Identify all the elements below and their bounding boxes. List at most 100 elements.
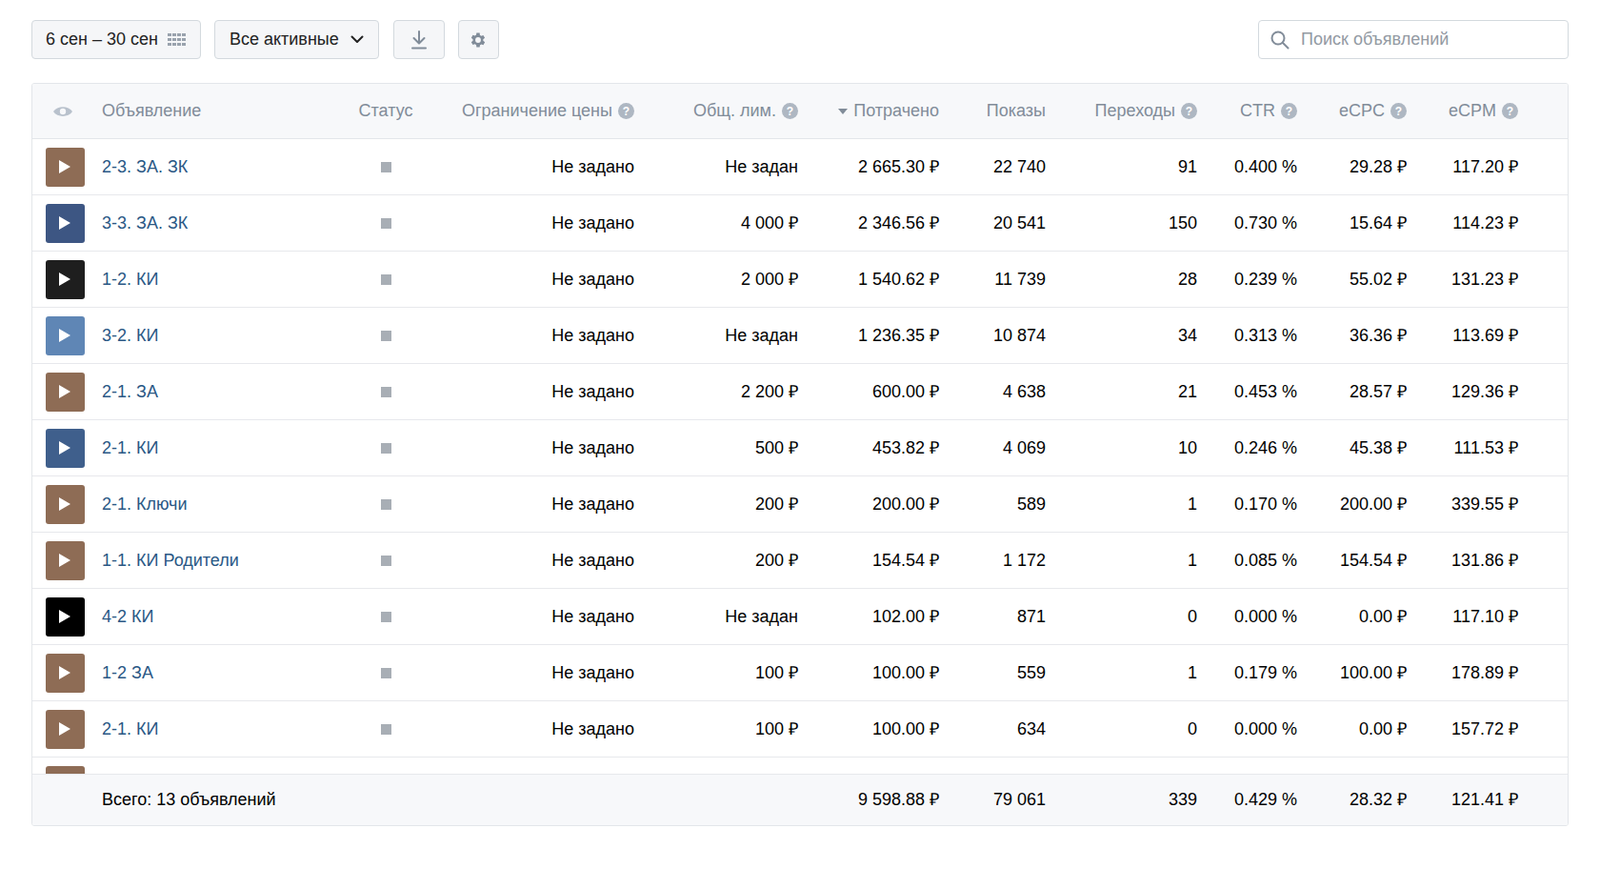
ad-name-link[interactable]: 1-2. КИ <box>101 266 159 293</box>
video-thumbnail[interactable] <box>45 372 85 412</box>
table-row[interactable]: 1-2 ЗАНе задано100 ₽100.00 ₽55910.179 %1… <box>32 644 1568 701</box>
ad-name-link[interactable]: 2-1. Ключи <box>101 491 188 518</box>
video-thumbnail[interactable] <box>45 653 85 693</box>
ad-name-link[interactable]: 2-1. КИ <box>101 716 159 742</box>
table-row[interactable]: 1-2. КИНе задано2 000 ₽1 540.62 ₽11 7392… <box>32 251 1568 308</box>
ecpc-value: 200.00 ₽ <box>1340 491 1407 518</box>
table-row[interactable]: 2-1. КлючиНе задано200 ₽200.00 ₽58910.17… <box>32 476 1568 533</box>
ad-name-link[interactable]: 2-3. ЗА. ЗК <box>101 154 188 180</box>
value-cell: 0 <box>1045 588 1198 644</box>
header-cell[interactable]: Потрачено <box>798 83 940 139</box>
video-thumbnail[interactable] <box>45 203 85 243</box>
ad-name-link[interactable]: 1-1. КИ Родители <box>101 547 240 574</box>
value-cell: 117.20 ₽ <box>1406 139 1519 195</box>
table-row[interactable] <box>32 757 1568 774</box>
status-cell <box>337 363 425 420</box>
value-cell: Не задано <box>424 195 635 251</box>
table-row[interactable]: 3-3. ЗА. ЗКНе задано4 000 ₽2 346.56 ₽20 … <box>32 195 1568 252</box>
table-row[interactable]: 2-1. КИНе задано500 ₽453.82 ₽4 069100.24… <box>32 420 1568 477</box>
name-cell: 3-2. КИ <box>93 307 338 363</box>
ad-name-link[interactable]: 1-2 ЗА <box>101 660 154 686</box>
date-range-button[interactable]: 6 сен – 30 сен <box>31 20 201 60</box>
help-icon[interactable]: ? <box>1390 102 1407 120</box>
total-cell: 339 <box>1045 774 1198 825</box>
table-row[interactable]: 2-3. ЗА. ЗКНе заданоНе задан2 665.30 ₽22… <box>32 139 1568 196</box>
ad-name-link[interactable]: 4-2 КИ <box>101 603 154 630</box>
header-cell[interactable]: Статус <box>337 83 425 139</box>
header-cell[interactable]: eCPM? <box>1406 83 1519 139</box>
table-row[interactable]: 4-2 КИНе заданоНе задан102.00 ₽87100.000… <box>32 588 1568 645</box>
status-cell <box>337 139 425 195</box>
download-icon <box>410 30 428 50</box>
video-thumbnail[interactable] <box>45 147 85 187</box>
value-cell: Не задано <box>424 139 635 195</box>
status-indicator <box>380 330 392 341</box>
header-cell[interactable]: Показы <box>939 83 1046 139</box>
help-icon[interactable]: ? <box>1180 102 1198 120</box>
video-thumbnail[interactable] <box>45 260 85 300</box>
value-cell: 0.085 % <box>1197 532 1298 588</box>
value-cell: 21 <box>1045 363 1198 420</box>
status-indicator <box>380 723 392 735</box>
table-row[interactable]: 2-1. ЗАНе задано2 200 ₽600.00 ₽4 638210.… <box>32 363 1568 420</box>
price-limit-value: Не задано <box>551 154 635 180</box>
ad-name-link[interactable]: 2-1. ЗА <box>101 379 159 405</box>
spacer-cell <box>1518 532 1566 588</box>
search-icon <box>1270 30 1290 50</box>
clicks-value: 1 <box>1187 660 1198 686</box>
total-clicks: 339 <box>1168 786 1198 813</box>
download-button[interactable] <box>393 20 445 60</box>
video-thumbnail[interactable] <box>45 709 85 749</box>
ecpc-value: 29.28 ₽ <box>1349 154 1407 180</box>
header-cell[interactable]: Переходы? <box>1045 83 1198 139</box>
value-cell: 0.730 % <box>1197 195 1298 251</box>
value-cell: 453.82 ₽ <box>798 420 940 476</box>
name-cell: 1-2. КИ <box>93 251 338 307</box>
value-cell: 339.55 ₽ <box>1406 476 1519 532</box>
settings-button[interactable] <box>458 20 500 60</box>
header-cell[interactable]: CTR? <box>1197 83 1298 139</box>
status-cell <box>337 588 425 644</box>
header-cell[interactable]: Общ. лим.? <box>634 83 799 139</box>
spacer-cell <box>1518 363 1566 420</box>
table-row[interactable]: 2-1. КИНе задано100 ₽100.00 ₽63400.000 %… <box>32 700 1568 758</box>
help-icon[interactable]: ? <box>1501 102 1519 120</box>
eye-icon[interactable] <box>52 104 74 119</box>
spacer-cell <box>634 774 799 825</box>
help-icon[interactable]: ? <box>618 102 635 120</box>
search-input[interactable] <box>1300 26 1557 53</box>
ecpc-value: 15.64 ₽ <box>1349 210 1407 237</box>
value-cell: 114.23 ₽ <box>1406 195 1519 251</box>
video-thumbnail[interactable] <box>45 540 85 580</box>
header-cell[interactable]: Ограничение цены? <box>424 83 635 139</box>
filter-dropdown[interactable]: Все активные <box>214 20 380 60</box>
video-thumbnail[interactable] <box>45 316 85 356</box>
video-thumbnail[interactable] <box>45 765 85 774</box>
spent-value: 1 540.62 ₽ <box>858 266 940 293</box>
help-icon[interactable]: ? <box>1280 102 1298 120</box>
header-cell[interactable]: eCPC? <box>1297 83 1407 139</box>
help-icon[interactable]: ? <box>781 102 799 120</box>
ad-name-link[interactable]: 3-2. КИ <box>101 322 159 349</box>
ctr-value: 0.400 % <box>1234 154 1298 180</box>
ecpm-value: 113.69 ₽ <box>1452 322 1519 349</box>
ad-name-link[interactable]: 3-3. ЗА. ЗК <box>101 210 188 237</box>
value-cell: 22 740 <box>939 139 1046 195</box>
footer-label-cell: Всего: 13 объявлений <box>93 774 338 825</box>
header-cell[interactable]: Объявление <box>93 83 338 139</box>
table-row[interactable]: 1-1. КИ РодителиНе задано200 ₽154.54 ₽1 … <box>32 532 1568 589</box>
header-label: Потрачено <box>853 98 940 124</box>
video-thumbnail[interactable] <box>45 597 85 637</box>
ad-name-link[interactable]: 2-1. КИ <box>101 435 159 461</box>
video-thumbnail[interactable] <box>45 428 85 468</box>
video-thumbnail[interactable] <box>45 484 85 524</box>
total-limit-value: Не задан <box>724 603 799 630</box>
thumb-cell <box>32 476 94 532</box>
header-label: Ограничение цены <box>461 98 613 124</box>
price-limit-value: Не задано <box>551 379 635 405</box>
search-field[interactable] <box>1258 20 1569 60</box>
table-row[interactable]: 3-2. КИНе заданоНе задан1 236.35 ₽10 874… <box>32 307 1568 364</box>
table-body: 2-3. ЗА. ЗКНе заданоНе задан2 665.30 ₽22… <box>32 139 1568 774</box>
value-cell: 10 874 <box>939 307 1046 363</box>
spent-value: 600.00 ₽ <box>872 379 940 405</box>
